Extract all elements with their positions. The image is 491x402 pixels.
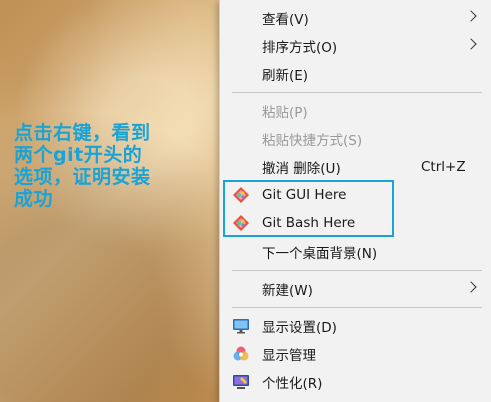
annotation-text: 点击右键，看到 两个git开头的 选项，证明安装 成功: [14, 122, 151, 210]
chevron-right-icon: [465, 10, 477, 22]
menu-item-display-manage[interactable]: 显示管理: [220, 340, 491, 368]
menu-item-sort[interactable]: 排序方式(O): [220, 32, 491, 60]
menu-item-label: 刷新(E): [262, 68, 309, 84]
annotation-line: 选项，证明安装: [14, 166, 151, 188]
menu-divider: [232, 270, 482, 271]
menu-item-view[interactable]: 查看(V): [220, 4, 491, 32]
annotation-line: 成功: [14, 188, 54, 210]
menu-item-undo-delete[interactable]: 撤消 删除(U) Ctrl+Z: [220, 153, 491, 181]
menu-item-paste-shortcut: 粘贴快捷方式(S): [220, 125, 491, 153]
personalize-icon: [233, 375, 249, 389]
monitor-icon: [233, 319, 249, 334]
annotation-line: 点击右键，看到: [14, 122, 151, 144]
menu-item-label: 显示管理: [262, 348, 316, 364]
menu-item-label: 显示设置(D): [262, 320, 337, 336]
menu-item-label: 粘贴快捷方式(S): [262, 133, 363, 149]
menu-item-label: 个性化(R): [262, 376, 323, 392]
menu-item-new[interactable]: 新建(W): [220, 275, 491, 303]
color-wheel-icon: [233, 346, 249, 361]
menu-item-personalize[interactable]: 个性化(R): [220, 368, 491, 396]
menu-item-next-background[interactable]: 下一个桌面背景(N): [220, 238, 491, 266]
git-items-highlight-box: [223, 180, 394, 237]
menu-divider: [232, 307, 482, 308]
annotation-line: 两个git开头的: [14, 144, 143, 166]
chevron-right-icon: [465, 281, 477, 293]
menu-divider: [232, 92, 482, 93]
menu-item-refresh[interactable]: 刷新(E): [220, 60, 491, 88]
menu-item-label: 排序方式(O): [262, 40, 338, 56]
chevron-right-icon: [465, 38, 477, 50]
menu-item-display-settings[interactable]: 显示设置(D): [220, 312, 491, 340]
menu-item-label: 撤消 删除(U): [262, 161, 341, 177]
menu-item-paste: 粘贴(P): [220, 97, 491, 125]
menu-item-label: 粘贴(P): [262, 105, 308, 121]
menu-item-label: 新建(W): [262, 283, 313, 299]
menu-item-label: 下一个桌面背景(N): [262, 246, 378, 262]
menu-item-label: 查看(V): [262, 12, 309, 28]
menu-item-shortcut: Ctrl+Z: [421, 159, 466, 175]
